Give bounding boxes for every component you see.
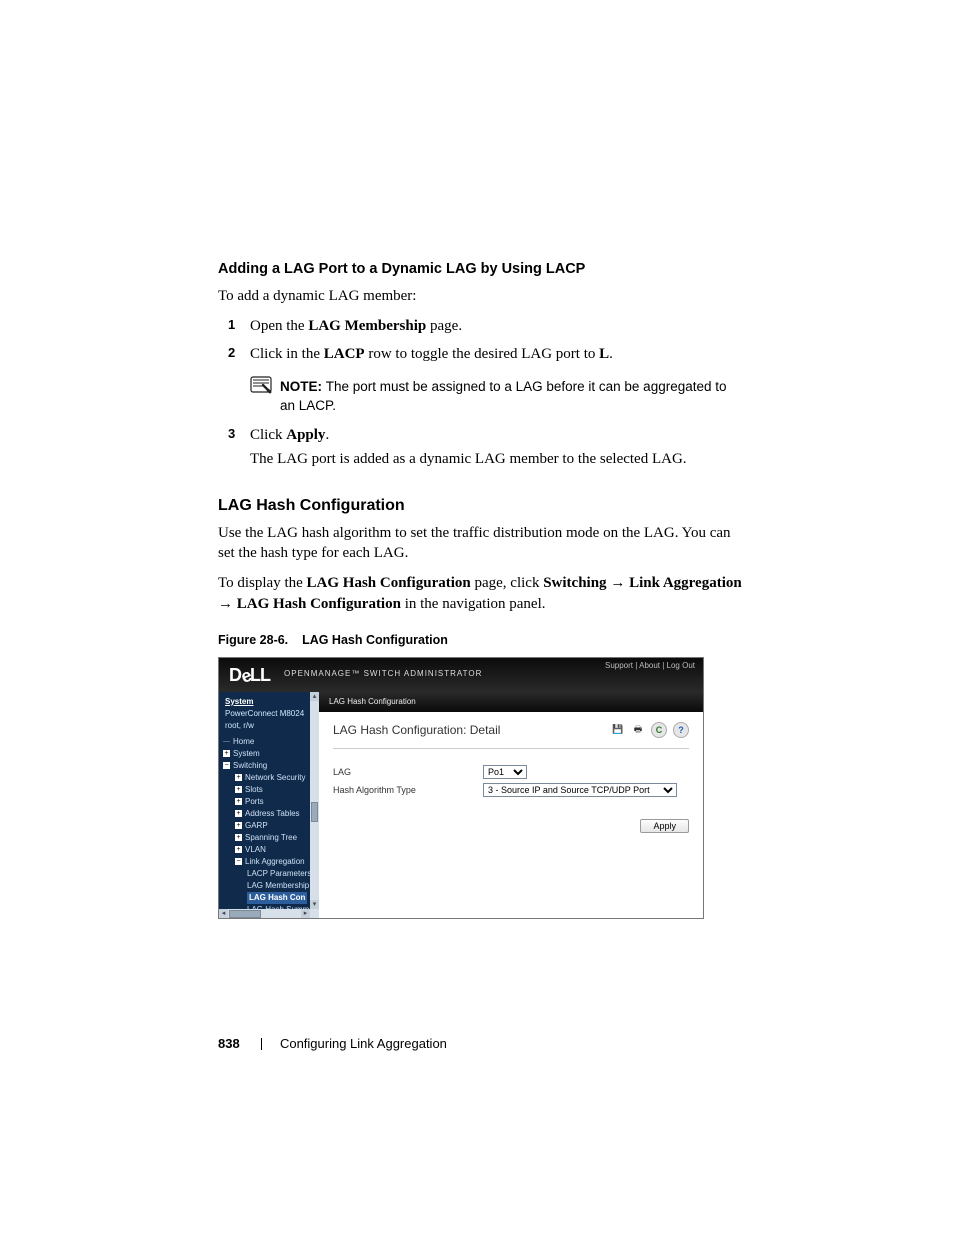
lag-select[interactable]: Po1 (483, 765, 527, 779)
tree-address-tables: Address Tables (245, 809, 300, 818)
step-2: 2 Click in the LACP row to toggle the de… (218, 344, 744, 372)
lag-label: LAG (333, 763, 483, 781)
tree-lag-hash-config: LAG Hash Con (247, 892, 307, 904)
page-footer: 838 Configuring Link Aggregation (218, 1035, 447, 1053)
apply-button[interactable]: Apply (640, 819, 689, 833)
tree-spanning-tree: Spanning Tree (245, 833, 297, 842)
hash-algorithm-select[interactable]: 3 - Source IP and Source TCP/UDP Port (483, 783, 677, 797)
footer-section-title: Configuring Link Aggregation (280, 1036, 447, 1051)
sidebar-system-header: System PowerConnect M8024 root, r/w (219, 696, 319, 736)
tree-garp: GARP (245, 821, 268, 830)
tree-lag-membership: LAG Membership (247, 881, 309, 890)
tree-home: Home (233, 737, 254, 746)
step-2-b1: LACP (324, 346, 365, 362)
step-3: 3 Click Apply. The LAG port is added as … (218, 425, 744, 478)
note-icon (250, 376, 272, 394)
note-text: The port must be assigned to a LAG befor… (280, 379, 727, 412)
scroll-thumb-h[interactable] (229, 910, 261, 918)
intro-1: To add a dynamic LAG member: (218, 286, 744, 306)
nav-tree[interactable]: —Home +System −Switching +Network Securi… (219, 736, 319, 918)
tree-switching: Switching (233, 761, 267, 770)
sidebar-scrollbar-horizontal[interactable]: ◂ ▸ (219, 909, 310, 918)
main-panel: LAG Hash Configuration LAG Hash Configur… (319, 692, 703, 918)
step-1-number: 1 (228, 316, 235, 334)
para-lag-hash-1: Use the LAG hash algorithm to set the tr… (218, 523, 744, 564)
page-number: 838 (218, 1036, 240, 1051)
step-3-number: 3 (228, 425, 235, 443)
section-heading-lag-hash: LAG Hash Configuration (218, 495, 744, 517)
sidebar-scrollbar-vertical[interactable]: ▴ ▾ (310, 692, 319, 918)
scroll-up-icon[interactable]: ▴ (310, 692, 319, 701)
refresh-icon[interactable]: C (651, 722, 667, 738)
step-3-line2: The LAG port is added as a dynamic LAG m… (250, 451, 687, 467)
section-heading-adding-lag: Adding a LAG Port to a Dynamic LAG by Us… (218, 260, 744, 280)
breadcrumb: LAG Hash Configuration (319, 692, 703, 712)
scroll-left-icon[interactable]: ◂ (219, 909, 228, 918)
figure-caption: Figure 28-6. LAG Hash Configuration (218, 632, 744, 649)
help-icon[interactable]: ? (673, 722, 689, 738)
screenshot-lag-hash-config: DeLL OPENMANAGE™ SWITCH ADMINISTRATOR Su… (218, 657, 704, 919)
step-2-post: . (609, 346, 613, 362)
tree-ports: Ports (245, 797, 264, 806)
note-box: NOTE: The port must be assigned to a LAG… (250, 378, 744, 414)
tree-vlan: VLAN (245, 845, 266, 854)
step-1: 1 Open the LAG Membership page. (218, 316, 744, 344)
tree-slots: Slots (245, 785, 263, 794)
tree-lacp-params: LACP Parameters (247, 869, 311, 878)
tree-network-security: Network Security (245, 773, 305, 782)
config-form: LAG Po1 Hash Algorithm Type (333, 763, 689, 799)
header-links[interactable]: Support | About | Log Out (605, 658, 695, 672)
step-2-mid: row to toggle the desired LAG port to (365, 346, 600, 362)
app-header: DeLL OPENMANAGE™ SWITCH ADMINISTRATOR Su… (219, 658, 703, 692)
save-icon[interactable]: 💾 (611, 722, 625, 736)
app-title: OPENMANAGE™ SWITCH ADMINISTRATOR (284, 669, 482, 680)
step-1-text-pre: Open the (250, 318, 308, 334)
step-2-pre: Click in the (250, 346, 324, 362)
para-lag-hash-2: To display the LAG Hash Configuration pa… (218, 573, 744, 614)
step-2-b2: L (599, 346, 609, 362)
toolbar-icons: 💾 🖶 C ? (611, 722, 689, 738)
tree-link-aggregation: Link Aggregation (245, 857, 305, 866)
step-3-b: Apply (286, 427, 325, 443)
step-1-bold: LAG Membership (308, 318, 426, 334)
hash-algorithm-label: Hash Algorithm Type (333, 781, 483, 799)
panel-title: LAG Hash Configuration: Detail (333, 722, 500, 738)
scroll-down-icon[interactable]: ▾ (310, 900, 319, 909)
step-3-pre: Click (250, 427, 286, 443)
print-icon[interactable]: 🖶 (631, 722, 645, 736)
scroll-right-icon[interactable]: ▸ (301, 909, 310, 918)
step-3-post: . (325, 427, 329, 443)
note-label: NOTE: (280, 379, 326, 394)
step-1-text-post: page. (426, 318, 462, 334)
nav-sidebar: System PowerConnect M8024 root, r/w —Hom… (219, 692, 319, 918)
step-2-number: 2 (228, 344, 235, 362)
tree-system: System (233, 749, 260, 758)
dell-logo: DeLL (229, 663, 270, 687)
scroll-thumb[interactable] (311, 802, 318, 822)
